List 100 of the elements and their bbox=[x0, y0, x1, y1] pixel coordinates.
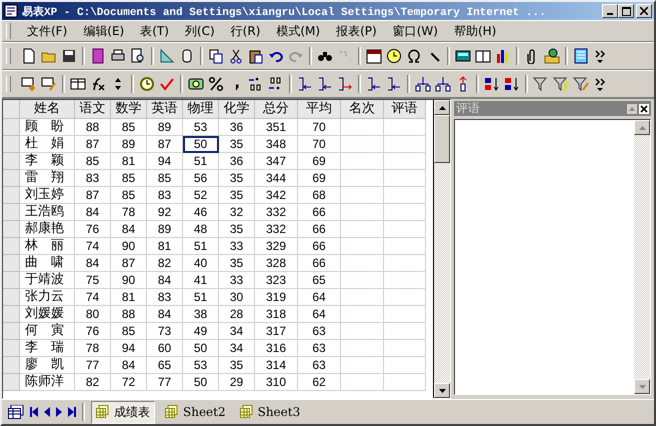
table-cell[interactable]: 74 bbox=[75, 289, 111, 306]
table-cell[interactable] bbox=[341, 374, 384, 391]
table-cell[interactable]: 66 bbox=[298, 221, 341, 238]
table-cell[interactable]: 329 bbox=[255, 238, 298, 255]
table-cell[interactable]: 85 bbox=[147, 170, 183, 187]
table-cell[interactable]: 32 bbox=[219, 204, 255, 221]
column-header[interactable]: 语文 bbox=[75, 100, 111, 119]
table-cell[interactable] bbox=[341, 289, 384, 306]
column-header[interactable]: 姓名 bbox=[20, 100, 75, 119]
table-cell[interactable]: 310 bbox=[255, 374, 298, 391]
table-cell[interactable]: 63 bbox=[298, 340, 341, 357]
table-cell[interactable]: 陈师洋 bbox=[20, 374, 75, 391]
table-cell[interactable]: 36 bbox=[219, 119, 255, 136]
table-cell[interactable]: 89 bbox=[111, 136, 147, 153]
table-cell[interactable] bbox=[341, 221, 384, 238]
table-cell[interactable]: 87 bbox=[75, 136, 111, 153]
menu-item[interactable]: 帮助(H) bbox=[446, 22, 504, 40]
column-header[interactable]: 数学 bbox=[111, 100, 147, 119]
scroll-thumb[interactable] bbox=[434, 115, 450, 163]
table-cell[interactable]: 76 bbox=[75, 323, 111, 340]
table-cell[interactable]: 63 bbox=[298, 357, 341, 374]
table-cell[interactable]: 何 寅 bbox=[20, 323, 75, 340]
clock-icon[interactable] bbox=[386, 48, 402, 64]
menu-item[interactable]: 窗口(W) bbox=[384, 22, 446, 40]
tree-icon[interactable] bbox=[435, 76, 451, 92]
table-cell[interactable]: 84 bbox=[111, 357, 147, 374]
table-cell[interactable] bbox=[341, 357, 384, 374]
table-cell[interactable]: 82 bbox=[147, 255, 183, 272]
table-cell[interactable] bbox=[384, 306, 426, 323]
table-cell[interactable]: 46 bbox=[183, 204, 219, 221]
table-cell[interactable]: 344 bbox=[255, 170, 298, 187]
table-cell[interactable]: 35 bbox=[219, 170, 255, 187]
column-header[interactable]: 平均 bbox=[298, 100, 341, 119]
table-cell[interactable]: 84 bbox=[75, 255, 111, 272]
table-cell[interactable] bbox=[384, 357, 426, 374]
table-cell[interactable]: 332 bbox=[255, 221, 298, 238]
form-icon[interactable] bbox=[573, 48, 589, 64]
scroll-up-icon[interactable] bbox=[438, 106, 446, 110]
table-cell[interactable] bbox=[341, 238, 384, 255]
table-cell[interactable]: 53 bbox=[183, 357, 219, 374]
table-cell[interactable]: 64 bbox=[298, 306, 341, 323]
omega-icon[interactable] bbox=[406, 48, 422, 64]
table-cell[interactable]: 顾 盼 bbox=[20, 119, 75, 136]
table-cell[interactable]: 66 bbox=[298, 255, 341, 272]
paste-icon[interactable] bbox=[248, 48, 264, 64]
table-cell[interactable]: 王浩鸥 bbox=[20, 204, 75, 221]
new-document-icon[interactable] bbox=[21, 48, 37, 64]
table-cell[interactable] bbox=[384, 187, 426, 204]
table-cell[interactable]: 88 bbox=[75, 119, 111, 136]
check-icon[interactable] bbox=[159, 76, 175, 92]
table-cell[interactable]: 李 颖 bbox=[20, 153, 75, 170]
insert-column-icon[interactable] bbox=[317, 76, 333, 92]
table-cell[interactable]: 刘玉婷 bbox=[20, 187, 75, 204]
table-cell[interactable]: 曲 啸 bbox=[20, 255, 75, 272]
table-cell[interactable]: 41 bbox=[183, 272, 219, 289]
table-cell[interactable]: 76 bbox=[75, 221, 111, 238]
menu-item[interactable]: 文件(F) bbox=[19, 22, 76, 40]
table-cell[interactable] bbox=[341, 306, 384, 323]
menu-item[interactable]: 表(T) bbox=[132, 22, 177, 40]
copy-icon[interactable] bbox=[208, 48, 224, 64]
bar-chart-icon[interactable] bbox=[495, 48, 511, 64]
table-cell[interactable]: 81 bbox=[111, 153, 147, 170]
table-cell[interactable]: 51 bbox=[183, 238, 219, 255]
table-cell[interactable]: 319 bbox=[255, 289, 298, 306]
table-cell[interactable]: 刘媛媛 bbox=[20, 306, 75, 323]
table-cell[interactable]: 33 bbox=[219, 272, 255, 289]
table-cell[interactable] bbox=[341, 340, 384, 357]
table-cell[interactable] bbox=[341, 255, 384, 272]
tree-icon[interactable] bbox=[415, 76, 431, 92]
table-cell[interactable]: 35 bbox=[219, 136, 255, 153]
table-cell[interactable]: 68 bbox=[298, 187, 341, 204]
table-cell[interactable] bbox=[384, 221, 426, 238]
move-column-icon[interactable] bbox=[337, 76, 353, 92]
next-sheet-icon[interactable] bbox=[56, 407, 62, 417]
table-cell[interactable]: 348 bbox=[255, 136, 298, 153]
wand-icon[interactable] bbox=[426, 48, 442, 64]
table-cell[interactable]: 90 bbox=[111, 238, 147, 255]
table-cell[interactable]: 347 bbox=[255, 153, 298, 170]
table-cell[interactable]: 40 bbox=[183, 255, 219, 272]
table-cell[interactable]: 64 bbox=[298, 289, 341, 306]
table-cell[interactable]: 342 bbox=[255, 187, 298, 204]
table-cell[interactable]: 杜 娟 bbox=[20, 136, 75, 153]
table-cell[interactable]: 62 bbox=[298, 374, 341, 391]
table-cell[interactable]: 69 bbox=[298, 153, 341, 170]
table-cell[interactable] bbox=[341, 170, 384, 187]
maximize-button[interactable] bbox=[618, 4, 634, 18]
table-cell[interactable] bbox=[341, 187, 384, 204]
table-cell[interactable]: 郝康艳 bbox=[20, 221, 75, 238]
table-cell[interactable] bbox=[384, 238, 426, 255]
table-cell[interactable]: 80 bbox=[75, 306, 111, 323]
table-cell[interactable]: 69 bbox=[298, 170, 341, 187]
table-cell[interactable]: 66 bbox=[298, 238, 341, 255]
table-cell[interactable]: 雷 翔 bbox=[20, 170, 75, 187]
sheet-tab[interactable]: 成绩表 bbox=[91, 400, 155, 424]
table-cell[interactable]: 林 丽 bbox=[20, 238, 75, 255]
table-cell[interactable] bbox=[341, 272, 384, 289]
table-cell[interactable]: 60 bbox=[147, 340, 183, 357]
column-header[interactable]: 总分 bbox=[255, 100, 298, 119]
table-cell[interactable]: 50 bbox=[183, 340, 219, 357]
table-cell[interactable]: 72 bbox=[111, 374, 147, 391]
